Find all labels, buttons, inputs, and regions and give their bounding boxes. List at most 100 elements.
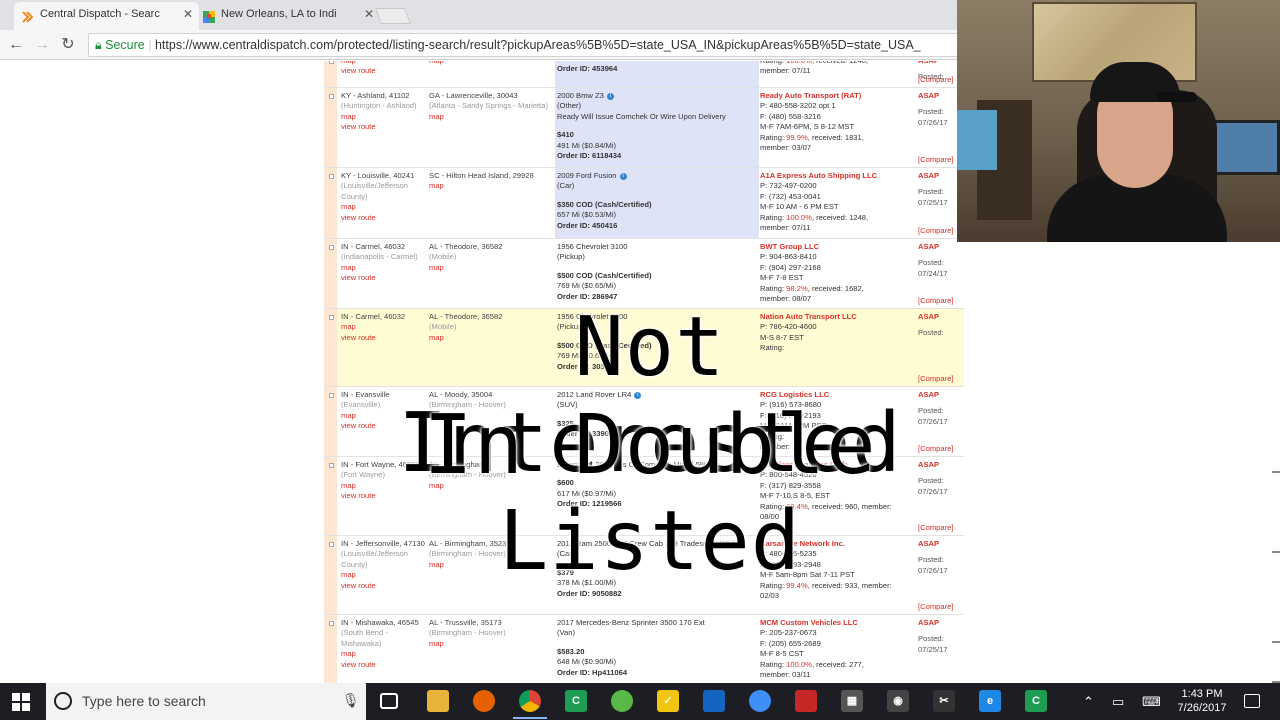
- map-link[interactable]: map: [341, 263, 427, 273]
- overlay-caption-line-2: In Double Listed: [423, 398, 877, 589]
- compare-link[interactable]: [Compare]: [918, 226, 953, 236]
- reload-icon[interactable]: ↻: [58, 35, 78, 55]
- info-icon[interactable]: i: [606, 92, 614, 100]
- tab-title: Central Dispatch - Searc: [40, 8, 160, 20]
- firefox-icon[interactable]: [473, 690, 495, 712]
- map-link[interactable]: map: [429, 263, 555, 273]
- vehicle-name: 2000 Bmw Z3: [557, 91, 604, 100]
- rating-label: Rating:: [760, 283, 787, 293]
- compare-link[interactable]: [Compare]: [918, 75, 953, 85]
- map-link[interactable]: map: [429, 639, 555, 649]
- internet-explorer-icon[interactable]: e: [979, 690, 1001, 712]
- posted-cell: ASAPPosted:07/25/17[Compare]: [918, 618, 962, 684]
- network-icon[interactable]: ▭: [1112, 683, 1124, 720]
- taskbar-clock[interactable]: 1:43 PM 7/26/2017: [1170, 687, 1234, 715]
- chat-app-icon[interactable]: [749, 690, 771, 712]
- vehicle-cell: 2009 Ford Fusion i (Car) $350 COD (Cash/Cer…: [557, 171, 757, 231]
- listing-row[interactable]: KY - Ashland, 41102 (Huntington - Ashland…: [324, 88, 964, 168]
- carrier-cell: Ready Auto Transport (RAT) P: 480-558-320…: [760, 91, 915, 153]
- view-route-link[interactable]: view route: [341, 122, 427, 132]
- view-route-link[interactable]: view route: [341, 66, 427, 76]
- chrome-icon[interactable]: [513, 690, 547, 719]
- posted-label: Posted:: [918, 634, 944, 644]
- camtasia-recorder-icon[interactable]: C: [1025, 690, 1047, 712]
- green-app-icon[interactable]: [611, 690, 633, 712]
- carrier-name-link[interactable]: A1A Express Auto Shipping LLC: [760, 171, 915, 181]
- info-icon[interactable]: i: [619, 172, 627, 180]
- row-checkbox[interactable]: [329, 61, 334, 64]
- vehicle-type: (Other): [557, 101, 582, 111]
- carrier-fax: F: (480) 558-3216: [760, 111, 821, 121]
- view-route-link[interactable]: view route: [341, 660, 427, 670]
- pdf-app-icon[interactable]: [795, 690, 817, 712]
- carrier-name-link[interactable]: BWT Group LLC: [760, 242, 915, 252]
- posted-label: Posted:: [918, 258, 944, 268]
- map-link[interactable]: map: [341, 112, 427, 122]
- windows-start-icon[interactable]: [12, 693, 30, 711]
- carrier-name-link[interactable]: MCM Custom Vehicles LLC: [760, 618, 915, 628]
- vehicle-cell: 2017 Mercedes-Benz Sprinter 3500 170 Ext…: [557, 618, 757, 678]
- camera-app-icon[interactable]: ◉: [887, 690, 909, 712]
- new-tab-button[interactable]: [375, 8, 411, 24]
- rating-percent: 99.9%: [786, 132, 808, 142]
- central-dispatch-favicon-icon: [22, 8, 34, 23]
- carrier-rating: Rating: 99.9%, received: 1831,: [760, 133, 915, 143]
- row-stripe: [324, 61, 337, 87]
- origin-region: (Louisville/Jefferson County): [341, 181, 408, 201]
- map-link[interactable]: map: [341, 202, 427, 212]
- rating-received: , received: 1831,: [807, 132, 864, 142]
- file-explorer-icon[interactable]: [427, 690, 449, 712]
- row-checkbox[interactable]: [329, 621, 334, 626]
- close-tab-icon[interactable]: ✕: [364, 2, 374, 26]
- listing-price: $350 COD (Cash/Certified): [557, 199, 652, 209]
- taskbar-search-box[interactable]: Type here to search 🎙︎: [46, 683, 366, 720]
- listing-row[interactable]: IN - Carmel, 46032 (Indianapolis - Carmel…: [324, 239, 964, 309]
- view-route-link[interactable]: view route: [341, 213, 427, 223]
- carrier-cell: Rating: 100.0%, received: 1248,member: 0…: [760, 61, 915, 77]
- listing-row[interactable]: KY - Louisville, 40241 (Louisville/Jeffer…: [324, 168, 964, 239]
- calculator-icon[interactable]: ▦: [841, 690, 863, 712]
- rating-percent: 100.0%: [786, 61, 812, 65]
- clock-time: 1:43 PM: [1181, 688, 1223, 700]
- compare-link[interactable]: [Compare]: [918, 155, 953, 165]
- tab-title: New Orleans, LA to Indi: [221, 8, 337, 20]
- listing-price: $583.20: [557, 646, 585, 656]
- destination-location: GA - Lawrenceville, 30043: [429, 91, 518, 100]
- microphone-icon[interactable]: 🎙︎: [342, 692, 360, 709]
- address-bar[interactable]: 🔒︎ Secure | https://www.centraldispatch.…: [88, 33, 958, 57]
- camtasia-icon[interactable]: C: [565, 690, 587, 712]
- compare-link[interactable]: [Compare]: [918, 602, 953, 612]
- asap-badge: ASAP: [918, 618, 940, 627]
- tab-central-dispatch[interactable]: Central Dispatch - Searc ✕: [14, 2, 199, 30]
- origin-cell: KY - Louisville, 40241 (Louisville/Jeffer…: [341, 171, 427, 223]
- listing-row[interactable]: IN - Mishawaka, 46545 (South Bend - Misha…: [324, 615, 964, 684]
- destination-region: (Mobile): [429, 252, 457, 262]
- forward-arrow-icon[interactable]: →: [32, 35, 52, 55]
- notes-app-icon[interactable]: ✓: [657, 690, 679, 712]
- back-arrow-icon[interactable]: ←: [6, 35, 26, 55]
- map-link[interactable]: map: [341, 649, 427, 659]
- action-center-icon[interactable]: [1244, 694, 1260, 708]
- url-text: https://www.centraldispatch.com/protecte…: [154, 38, 921, 52]
- rating-label: Rating:: [760, 212, 787, 222]
- map-link[interactable]: map: [429, 112, 555, 122]
- carrier-name-link[interactable]: Ready Auto Transport (RAT): [760, 91, 915, 101]
- listing-row[interactable]: mapview routemapOrder ID: 453964 Rating: …: [324, 61, 964, 88]
- snipping-tool-icon[interactable]: ✂: [933, 690, 955, 712]
- blue-app-icon[interactable]: [703, 690, 725, 712]
- destination-location: AL - Theodore, 36582: [429, 242, 503, 251]
- row-checkbox[interactable]: [329, 174, 334, 179]
- map-link[interactable]: map: [429, 181, 555, 191]
- row-checkbox[interactable]: [329, 94, 334, 99]
- task-view-icon[interactable]: [380, 693, 398, 709]
- carrier-cell: BWT Group LLC P: 904-863-8410 F: (904) 297…: [760, 242, 915, 304]
- keyboard-icon[interactable]: ⌨: [1142, 683, 1161, 720]
- destination-cell: map: [429, 61, 555, 66]
- row-checkbox[interactable]: [329, 245, 334, 250]
- show-hidden-icons-chevron-icon[interactable]: ⌃: [1083, 683, 1094, 720]
- view-route-link[interactable]: view route: [341, 273, 427, 283]
- close-tab-icon[interactable]: ✕: [183, 2, 193, 26]
- tab-new-orleans-map[interactable]: New Orleans, LA to Indi ✕: [195, 2, 380, 30]
- map-link[interactable]: map: [429, 61, 555, 66]
- asap-badge: ASAP: [918, 91, 940, 100]
